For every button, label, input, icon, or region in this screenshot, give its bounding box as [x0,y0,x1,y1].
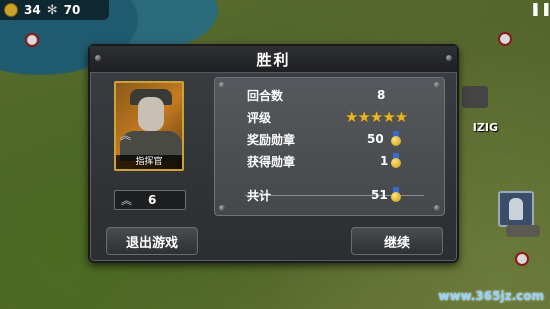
pause-icon[interactable]: ❚❚ [530,2,550,18]
reward-medals-value: 50 [367,132,384,146]
stat-row-reward: 奖励勋章 50 [247,130,434,148]
commander-unit-icon[interactable] [498,191,534,227]
face-shape [138,97,164,131]
rank-chevron-icon: ︽ [120,129,131,142]
coins-count: 34 [24,3,41,17]
rank-chevron-icon: ︽ [121,194,132,207]
rating-stars-icon: ★★★★★ [345,108,408,126]
commander-level-value: 6 [148,193,157,207]
rivet-icon [446,55,452,61]
total-value: 51 [371,188,388,202]
exit-game-button[interactable]: 退出游戏 [106,227,198,255]
reward-medals-label: 奖励勋章 [247,132,296,147]
rivet-icon [95,55,101,61]
supplies-count: 70 [63,3,81,17]
stat-row-earned: 获得勋章 1 [247,152,434,170]
watermark: www.365jz.com [438,289,544,303]
commander-portrait: ︽ 指挥官 [114,81,184,171]
rivet-icon [219,82,225,88]
rounds-value: 8 [377,88,386,102]
stat-row-rounds: 回合数 8 [247,86,434,104]
medal-icon [391,153,401,168]
victory-dialog: 胜利 ︽ 指挥官 ︽ 6 回合数 8 评级 ★★★★★ 奖励勋章 50 获得勋章… [88,44,459,263]
city-label: IZIG [472,121,498,134]
rating-label: 评级 [247,110,272,125]
resource-bar: 34 ✻ 70 [0,0,109,20]
total-label: 共计 [247,188,272,203]
city-marker[interactable] [25,33,39,47]
medal-icon [391,187,401,202]
rivet-icon [219,205,225,211]
dialog-title: 胜利 [256,50,291,69]
gear-icon: ✻ [46,2,58,18]
stats-panel: 回合数 8 评级 ★★★★★ 奖励勋章 50 获得勋章 1 共计 51 [214,77,445,216]
city-marker[interactable] [498,32,512,46]
city-marker[interactable] [515,252,529,266]
coin-icon [4,3,18,17]
earned-medals-label: 获得勋章 [247,154,296,169]
medal-icon [391,131,401,146]
rivet-icon [434,82,440,88]
enemy-unit-icon[interactable] [462,86,488,108]
tank-unit-icon[interactable] [506,225,540,237]
commander-level: ︽ 6 [114,190,186,210]
rounds-label: 回合数 [247,88,284,103]
commander-role: 指挥官 [116,155,182,169]
stat-row-total: 共计 51 [247,186,434,204]
earned-medals-value: 1 [380,154,389,168]
continue-button[interactable]: 继续 [351,227,443,255]
rivet-icon [434,205,440,211]
stat-row-rating: 评级 ★★★★★ [247,108,434,126]
dialog-title-bar: 胜利 [90,46,457,73]
